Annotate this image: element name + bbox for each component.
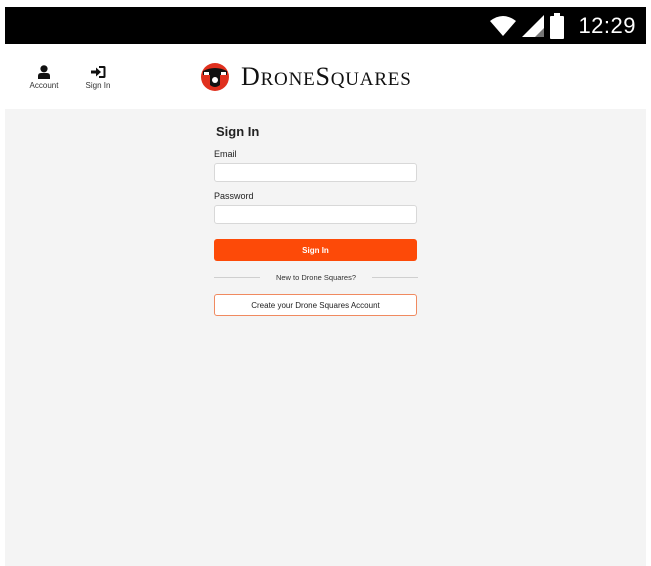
drone-logo-icon	[201, 63, 229, 91]
email-label: Email	[214, 149, 237, 159]
app-frame: 12:29 Account Sign In DRONESQUARES Sign …	[5, 7, 646, 566]
battery-icon	[550, 13, 565, 39]
divider-line-left	[214, 277, 260, 278]
logo-wordmark: DRONESQUARES	[241, 64, 412, 90]
user-icon	[38, 65, 50, 79]
account-nav-item[interactable]: Account	[24, 65, 64, 90]
create-account-button[interactable]: Create your Drone Squares Account	[214, 294, 417, 316]
signin-button[interactable]: Sign In	[214, 239, 417, 261]
account-label: Account	[29, 81, 59, 90]
signin-form: Sign In Email Password Sign In New to Dr…	[214, 124, 418, 316]
wifi-icon	[490, 16, 517, 36]
email-field[interactable]	[214, 163, 417, 182]
logo-cap-d: D	[241, 62, 261, 91]
signal-icon	[522, 15, 545, 37]
status-icons: 12:29	[490, 12, 636, 40]
divider-text: New to Drone Squares?	[269, 272, 363, 282]
password-label: Password	[214, 191, 254, 201]
brand-logo[interactable]: DRONESQUARES	[200, 62, 412, 92]
logo-rest-squares: QUARES	[330, 69, 412, 90]
logo-cap-s: S	[315, 62, 331, 91]
divider-line-right	[372, 277, 418, 278]
sign-in-icon	[90, 66, 105, 78]
signin-label: Sign In	[85, 81, 111, 90]
status-time: 12:29	[578, 13, 636, 38]
form-title: Sign In	[216, 124, 260, 139]
top-header: Account Sign In DRONESQUARES	[5, 44, 646, 109]
status-bar: 12:29	[5, 7, 646, 44]
password-field[interactable]	[214, 205, 417, 224]
divider: New to Drone Squares?	[214, 271, 418, 283]
signin-nav-item[interactable]: Sign In	[78, 65, 118, 90]
logo-rest-drone: RONE	[260, 69, 316, 90]
